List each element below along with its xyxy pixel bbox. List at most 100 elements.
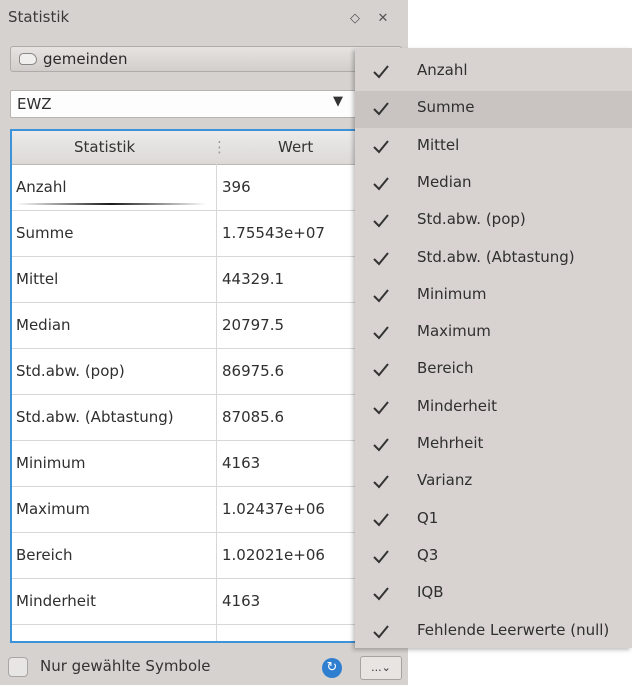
menu-item-label: Std.abw. (Abtastung) (417, 247, 575, 266)
stat-value: 20797.5 (222, 316, 285, 334)
layer-name: gemeinden (43, 50, 128, 68)
panel-title: Statistik (8, 8, 70, 26)
stat-value: 44329.1 (222, 270, 285, 288)
stat-name: Minimum (16, 454, 86, 472)
check-icon (373, 65, 389, 79)
panel-footer: Nur gewählte Symbole ↻ ...⌄ (0, 648, 408, 685)
field-select[interactable]: EWZ ▼ (10, 90, 402, 118)
check-icon (373, 177, 389, 191)
menu-item-label: Maximum (417, 322, 491, 341)
field-value: EWZ (17, 95, 52, 113)
stat-value: 86975.6 (222, 362, 285, 380)
menu-item-label: Std.abw. (pop) (417, 210, 526, 229)
stat-name: Mittel (16, 270, 59, 288)
table-row[interactable]: Maximum 1.02437e+06 (12, 486, 400, 533)
table-row[interactable]: Summe 1.75543e+07 (12, 210, 400, 257)
check-icon (373, 550, 389, 564)
stat-name: Std.abw. (Abtastung) (16, 408, 174, 426)
menu-item-std-abw-abtastung[interactable]: Std.abw. (Abtastung) (355, 241, 632, 278)
stat-name: Std.abw. (pop) (16, 362, 125, 380)
check-icon (373, 475, 389, 489)
check-icon (373, 251, 389, 265)
check-icon (373, 401, 389, 415)
table-row[interactable]: Std.abw. (Abtastung) 87085.6 (12, 394, 400, 441)
float-icon[interactable]: ◇ (345, 9, 365, 29)
menu-item-minimum[interactable]: Minimum (355, 278, 632, 315)
refresh-icon[interactable]: ↻ (322, 658, 342, 678)
selected-only-checkbox[interactable] (8, 657, 28, 677)
check-icon (373, 139, 389, 154)
panel-titlebar: Statistik ◇ ✕ (0, 0, 408, 38)
menu-item-iqb[interactable]: IQB (355, 576, 632, 613)
menu-item-label: Mehrheit (417, 434, 484, 452)
menu-item-label: Q1 (417, 508, 439, 527)
layer-selector-button[interactable]: gemeinden (10, 46, 402, 72)
menu-item-minderheit[interactable]: Minderheit (355, 390, 632, 427)
stat-value: 396 (222, 178, 251, 196)
statistics-dropdown-menu: Anzahl Summe Mittel Median Std.abw. (pop) Std… (355, 48, 632, 648)
menu-item-anzahl[interactable]: Anzahl (355, 54, 632, 91)
menu-item-label: Varianz (417, 471, 473, 490)
menu-item-std-abw-pop[interactable]: Std.abw. (pop) (355, 203, 632, 240)
menu-item-summe[interactable]: Summe (355, 91, 632, 129)
menu-item-fehlende-leerwerte-null[interactable]: Fehlende Leerwerte (null) (355, 614, 632, 651)
table-row[interactable]: Minderheit 4163 (12, 578, 400, 625)
menu-item-varianz[interactable]: Varianz (355, 464, 632, 501)
stat-value: 1.02437e+06 (222, 500, 325, 518)
stat-value: 1.75543e+07 (222, 224, 325, 242)
column-resize-handle[interactable]: ⋮ (212, 138, 227, 156)
menu-item-label: Bereich (417, 359, 474, 378)
check-icon (373, 363, 389, 377)
table-row[interactable]: Anzahl 396 (12, 164, 400, 211)
stat-value: 4163 (222, 454, 261, 472)
menu-item-q1[interactable]: Q1 (355, 502, 632, 539)
table-row[interactable]: Median 20797.5 (12, 302, 400, 349)
menu-item-mittel[interactable]: Mittel (355, 129, 632, 166)
selected-only-label: Nur gewählte Symbole (40, 657, 211, 675)
menu-item-label: IQB (417, 583, 444, 602)
column-header-wert[interactable]: Wert (278, 138, 313, 156)
check-icon (373, 438, 389, 452)
menu-item-label: Q3 (417, 545, 439, 564)
check-icon (373, 289, 389, 303)
menu-item-label: Mittel (417, 135, 460, 154)
menu-item-label: Minderheit (417, 396, 498, 415)
close-icon[interactable]: ✕ (373, 9, 393, 29)
menu-item-median[interactable]: Median (355, 166, 632, 203)
menu-item-maximum[interactable]: Maximum (355, 315, 632, 352)
check-icon (373, 512, 389, 527)
menu-item-label: Anzahl (417, 61, 468, 79)
chevron-down-icon: ▼ (333, 94, 343, 109)
menu-item-bereich[interactable]: Bereich (355, 352, 632, 389)
table-row[interactable]: Minimum 4163 (12, 440, 400, 487)
table-row-partial[interactable] (12, 624, 400, 641)
table-row[interactable]: Mittel 44329.1 (12, 256, 400, 303)
stat-name: Maximum (16, 500, 90, 518)
check-icon (373, 624, 389, 638)
table-header: Statistik ⋮ Wert (12, 131, 400, 165)
table-row[interactable]: Bereich 1.02021e+06 (12, 532, 400, 579)
menu-item-mehrheit[interactable]: Mehrheit (355, 427, 632, 464)
stat-name: Summe (16, 224, 74, 242)
menu-item-q3[interactable]: Q3 (355, 539, 632, 576)
table-row[interactable]: Std.abw. (pop) 86975.6 (12, 348, 400, 395)
check-icon (373, 214, 389, 228)
stat-name: Median (16, 316, 71, 334)
statistics-menu-button[interactable]: ...⌄ (360, 656, 402, 680)
check-icon (373, 326, 389, 340)
stat-value: 87085.6 (222, 408, 285, 426)
stat-value: 1.02021e+06 (222, 546, 325, 564)
menu-item-label: Fehlende Leerwerte (null) (417, 620, 610, 639)
column-header-statistik[interactable]: Statistik (74, 138, 135, 156)
statistics-table[interactable]: Statistik ⋮ Wert Anzahl 396 Summe 1.7554… (10, 129, 402, 643)
polygon-layer-icon (19, 53, 37, 65)
stat-name: Anzahl (16, 178, 67, 196)
check-icon (373, 102, 389, 116)
cell-edit-indicator (16, 203, 206, 205)
menu-item-label: Summe (417, 98, 475, 117)
stat-name: Bereich (16, 546, 73, 564)
menu-item-label: Median (417, 172, 472, 191)
menu-item-label: Minimum (417, 284, 487, 303)
stat-name: Minderheit (16, 592, 97, 610)
statistics-panel: Statistik ◇ ✕ gemeinden EWZ ▼ Statistik … (0, 0, 408, 685)
